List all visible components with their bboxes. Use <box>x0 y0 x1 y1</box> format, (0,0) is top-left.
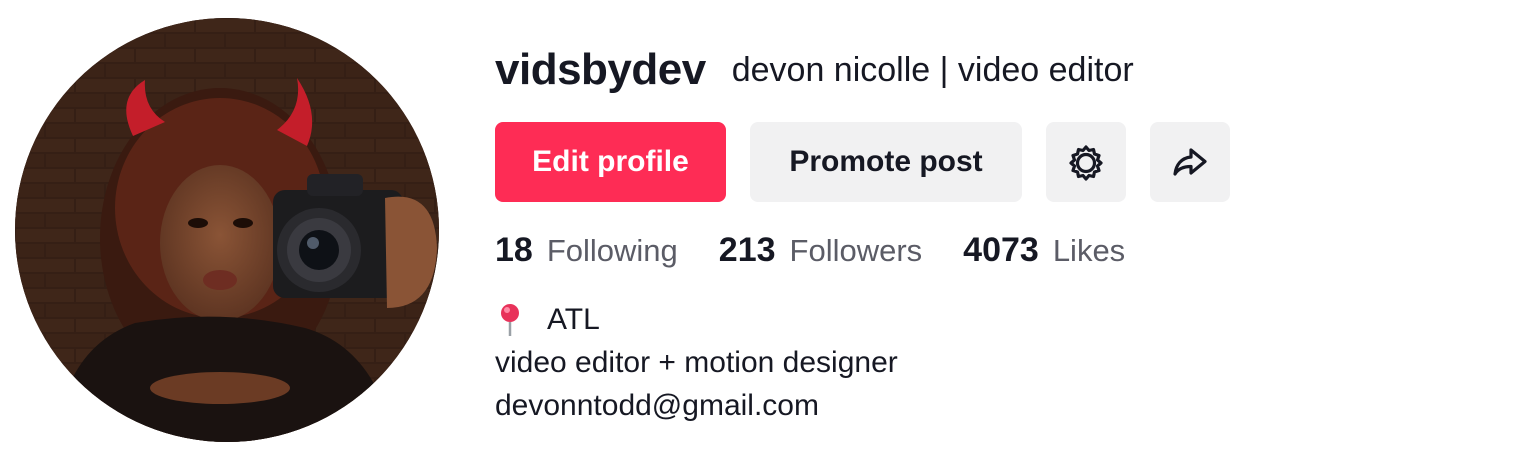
share-profile-button[interactable] <box>1150 122 1230 202</box>
profile-page: vidsbydev devon nicolle | video editor E… <box>0 0 1536 464</box>
following-stat[interactable]: 18 Following <box>495 231 678 270</box>
username: vidsbydev <box>495 45 706 94</box>
pin-icon <box>495 302 525 338</box>
profile-bio: ATL video editor + motion designer devon… <box>495 298 898 427</box>
likes-label: Likes <box>1052 232 1126 268</box>
profile-actions: Edit profile Promote post <box>495 122 1230 202</box>
followers-label: Followers <box>789 232 923 268</box>
avatar-photo <box>15 18 439 442</box>
edit-profile-button[interactable]: Edit profile <box>495 122 726 202</box>
display-name: devon nicolle | video editor <box>731 51 1134 89</box>
profile-stats: 18 Following 213 Followers 4073 Likes <box>495 228 1166 272</box>
likes-stat: 4073 Likes <box>963 231 1125 270</box>
bio-line-1: video editor + motion designer <box>495 346 898 379</box>
gear-icon <box>1066 142 1106 182</box>
followers-count: 213 <box>718 230 776 269</box>
bio-line-2: devonntodd@gmail.com <box>495 389 819 422</box>
following-count: 18 <box>495 230 533 269</box>
avatar[interactable] <box>15 18 439 442</box>
share-arrow-icon <box>1170 142 1210 182</box>
followers-stat[interactable]: 213 Followers <box>719 231 922 270</box>
location-text: ATL <box>547 303 600 336</box>
settings-button[interactable] <box>1046 122 1126 202</box>
bio-location: ATL <box>495 298 898 341</box>
profile-header: vidsbydev devon nicolle | video editor <box>495 40 1134 100</box>
following-label: Following <box>546 232 678 268</box>
promote-post-button[interactable]: Promote post <box>750 122 1022 202</box>
likes-count: 4073 <box>963 230 1039 269</box>
